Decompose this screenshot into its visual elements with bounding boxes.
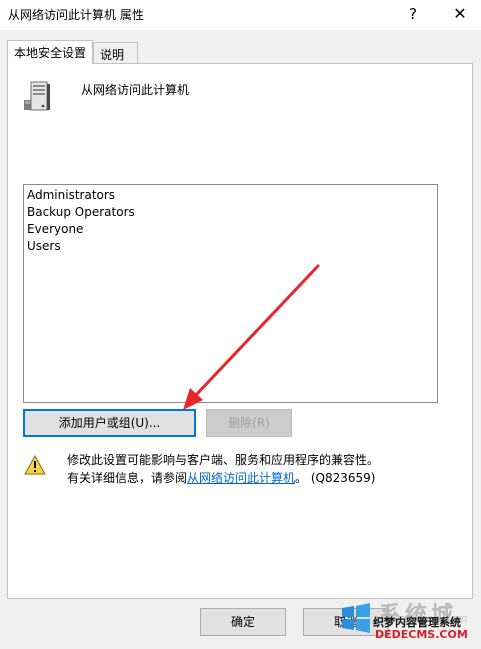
policy-help-link[interactable]: 从网络访问此计算机 [187, 471, 295, 485]
tab-explain[interactable]: 说明 [93, 42, 138, 64]
tab-local-security-setting[interactable]: 本地安全设置 [7, 40, 93, 64]
warning-details-suffix: 。 (Q823659) [295, 471, 376, 485]
watermark-url-text: DEDECMS.COM [375, 628, 468, 641]
windows-logo-icon [342, 603, 370, 633]
warning-text: 修改此设置可能影响与客户端、服务和应用程序的兼容性。 [67, 453, 380, 467]
warning-icon [24, 455, 46, 475]
close-button[interactable]: ✕ [446, 3, 474, 25]
add-user-or-group-button[interactable]: 添加用户或组(U)... [23, 409, 196, 437]
list-item[interactable]: Administrators [27, 188, 115, 202]
list-item[interactable]: Everyone [27, 222, 83, 236]
warning-details-prefix: 有关详细信息，请参阅 [67, 471, 188, 485]
window-title: 从网络访问此计算机 属性 [8, 8, 144, 22]
members-listbox[interactable]: Administrators Backup Operators Everyone… [23, 184, 438, 403]
server-icon [24, 81, 50, 111]
warning-details: 有关详细信息，请参阅从网络访问此计算机。 (Q823659) [67, 469, 375, 486]
ok-button[interactable]: 确定 [200, 608, 286, 636]
help-button[interactable]: ? [400, 3, 426, 25]
policy-title: 从网络访问此计算机 [81, 83, 190, 97]
title-bar: 从网络访问此计算机 属性 ? ✕ [0, 0, 481, 30]
list-item[interactable]: Users [27, 239, 61, 253]
remove-button[interactable]: 删除(R) [206, 409, 292, 437]
list-item[interactable]: Backup Operators [27, 205, 135, 219]
